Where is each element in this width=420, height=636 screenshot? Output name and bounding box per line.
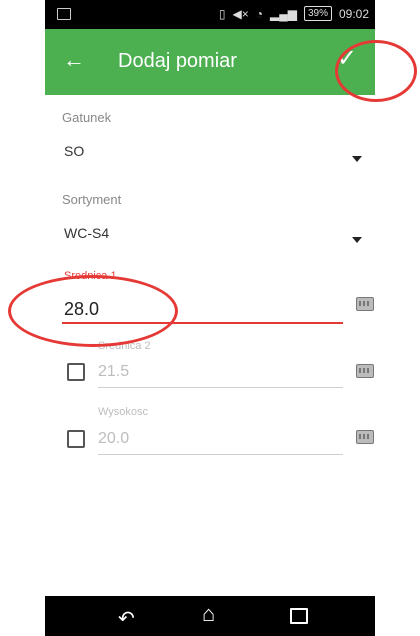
- nav-home-icon[interactable]: ⌂: [202, 601, 215, 627]
- status-bar: ▯ ◀× ◔ ▂▄▆ 39% 09:02: [45, 0, 375, 29]
- keyboard-icon[interactable]: [356, 297, 374, 311]
- signal-icon: ▂▄▆: [269, 6, 297, 21]
- clock-time: 09:02: [338, 6, 369, 21]
- image-notification-icon: [57, 8, 71, 20]
- srednica2-underline: [98, 387, 343, 388]
- wifi-icon: ◔: [255, 6, 263, 21]
- battery-badge: 39%: [303, 6, 332, 21]
- wysokosc-checkbox[interactable]: [67, 430, 85, 448]
- back-arrow-icon[interactable]: ←: [63, 49, 85, 71]
- sortyment-label: Sortyment: [62, 192, 122, 207]
- keyboard-icon[interactable]: [356, 364, 374, 378]
- annotation-ellipse-confirm: [335, 40, 417, 102]
- wysokosc-input[interactable]: 20.0: [98, 430, 129, 448]
- annotation-ellipse-srednica1: [8, 275, 178, 347]
- mute-icon: ◀×: [232, 6, 249, 21]
- gatunek-label: Gatunek: [62, 110, 112, 125]
- status-right: ▯ ◀× ◔ ▂▄▆ 39% 09:02: [219, 6, 369, 21]
- gatunek-value[interactable]: SO: [64, 143, 84, 159]
- keyboard-icon[interactable]: [356, 430, 374, 444]
- page-title: Dodaj pomiar: [118, 50, 237, 72]
- system-nav-bar: ↶ ⌂: [45, 596, 375, 636]
- sortyment-dropdown-icon[interactable]: [352, 237, 362, 243]
- app-toolbar: ← Dodaj pomiar ✓: [45, 29, 375, 95]
- nav-back-icon[interactable]: ↶: [118, 606, 135, 631]
- gatunek-dropdown-icon[interactable]: [352, 156, 362, 162]
- srednica2-input[interactable]: 21.5: [98, 363, 129, 381]
- vibrate-icon: ▯: [218, 6, 226, 21]
- wysokosc-label: Wysokosc: [98, 406, 149, 418]
- nav-recent-apps-icon[interactable]: [290, 608, 308, 624]
- wysokosc-underline: [98, 454, 343, 455]
- srednica2-checkbox[interactable]: [67, 363, 85, 381]
- sortyment-value[interactable]: WC-S4: [64, 225, 109, 241]
